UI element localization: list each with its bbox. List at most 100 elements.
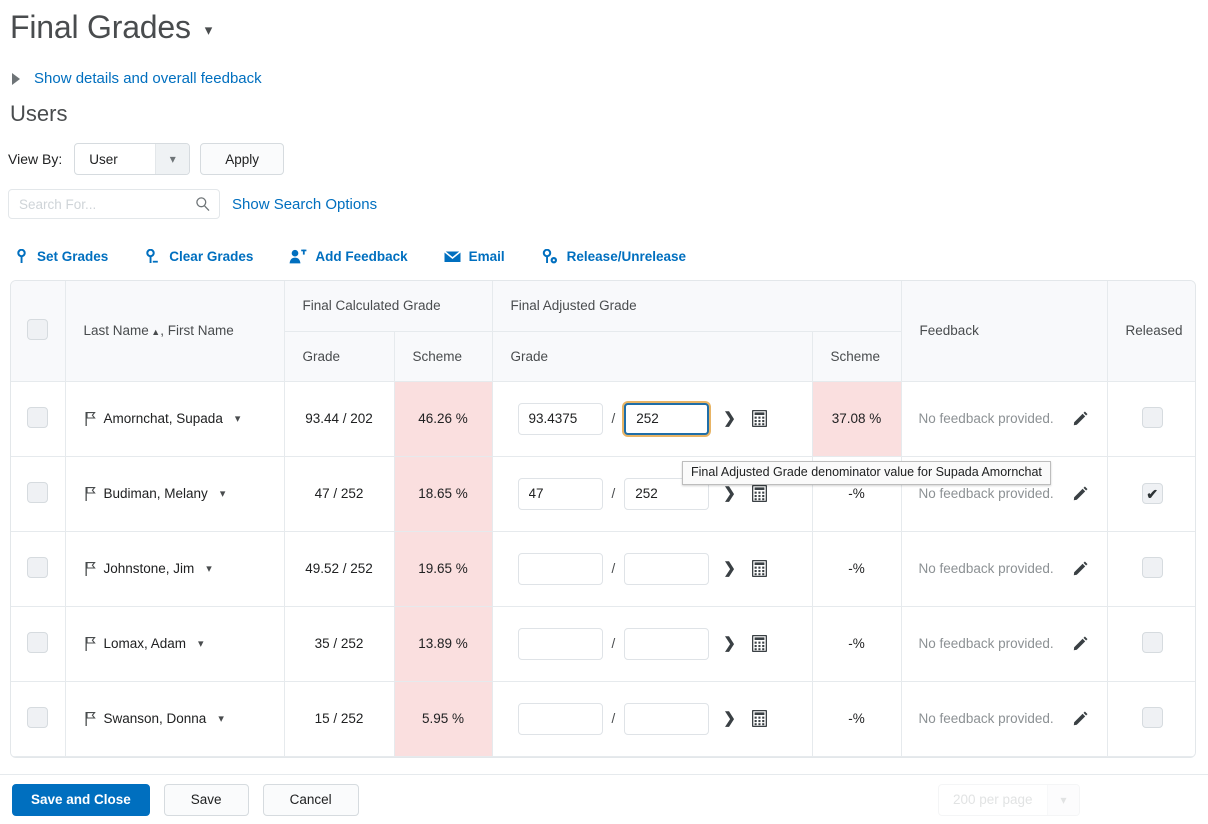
calc-scheme-subheader: Scheme bbox=[394, 331, 492, 381]
search-box[interactable] bbox=[8, 189, 220, 219]
adjusted-denominator-input[interactable] bbox=[624, 553, 709, 585]
calculated-scheme-cell: 13.89 % bbox=[394, 606, 492, 681]
row-menu-chevron-down-icon[interactable]: ▾ bbox=[220, 487, 226, 500]
adjusted-denominator-input[interactable] bbox=[624, 703, 709, 735]
add-feedback-label: Add Feedback bbox=[315, 249, 407, 264]
adjusted-numerator-input[interactable] bbox=[518, 628, 603, 660]
select-all-header bbox=[11, 281, 65, 381]
calculator-icon[interactable] bbox=[752, 410, 767, 427]
per-page-select[interactable]: 200 per page ▾ bbox=[938, 784, 1080, 816]
row-select-cell bbox=[11, 381, 65, 456]
feedback-cell: No feedback provided. bbox=[901, 681, 1107, 756]
calculated-grade-cell: 93.44 / 202 bbox=[284, 381, 394, 456]
released-checkbox[interactable]: ✔ bbox=[1142, 483, 1163, 504]
slash-separator: / bbox=[612, 411, 616, 426]
show-details-link[interactable]: Show details and overall feedback bbox=[34, 70, 262, 87]
envelope-icon bbox=[444, 250, 461, 263]
view-by-select[interactable]: User ▾ bbox=[74, 143, 190, 175]
triangle-right-icon[interactable] bbox=[12, 72, 24, 86]
calc-grade-subheader: Grade bbox=[284, 331, 394, 381]
set-grades-button[interactable]: Set Grades bbox=[14, 249, 108, 264]
table-row: Swanson, Donna▾15 / 2525.95 %/❯-%No feed… bbox=[11, 681, 1196, 756]
pencil-icon[interactable] bbox=[1073, 711, 1088, 726]
pencil-icon[interactable] bbox=[1073, 486, 1088, 501]
save-button[interactable]: Save bbox=[164, 784, 249, 816]
adjusted-denominator-input[interactable] bbox=[624, 403, 709, 435]
adjusted-numerator-input[interactable] bbox=[518, 403, 603, 435]
row-select-cell bbox=[11, 531, 65, 606]
calculated-scheme-cell: 18.65 % bbox=[394, 456, 492, 531]
page-title-chevron-down-icon[interactable]: ▾ bbox=[205, 23, 213, 38]
feedback-cell: No feedback provided. bbox=[901, 531, 1107, 606]
feedback-text: No feedback provided. bbox=[919, 411, 1054, 426]
email-button[interactable]: Email bbox=[444, 249, 505, 264]
pencil-icon[interactable] bbox=[1073, 636, 1088, 651]
released-checkbox[interactable] bbox=[1142, 707, 1163, 728]
slash-separator: / bbox=[612, 561, 616, 576]
chevron-right-icon[interactable]: ❯ bbox=[723, 561, 736, 576]
row-select-checkbox[interactable] bbox=[27, 557, 48, 578]
calculated-grade-cell: 35 / 252 bbox=[284, 606, 394, 681]
show-details-row: Show details and overall feedback bbox=[0, 48, 1208, 87]
calculator-icon[interactable] bbox=[752, 485, 767, 502]
save-and-close-button[interactable]: Save and Close bbox=[12, 784, 150, 816]
release-unrelease-label: Release/Unrelease bbox=[567, 249, 686, 264]
student-name-label: Swanson, Donna bbox=[104, 711, 207, 726]
flag-icon[interactable] bbox=[85, 637, 96, 651]
cancel-button[interactable]: Cancel bbox=[263, 784, 359, 816]
adjusted-numerator-input[interactable] bbox=[518, 553, 603, 585]
slash-separator: / bbox=[612, 636, 616, 651]
clear-grades-label: Clear Grades bbox=[169, 249, 253, 264]
feedback-cell: No feedback provided. bbox=[901, 381, 1107, 456]
apply-button[interactable]: Apply bbox=[200, 143, 284, 175]
page-title: Final Grades bbox=[10, 6, 191, 48]
flag-icon[interactable] bbox=[85, 412, 96, 426]
calculator-icon[interactable] bbox=[752, 635, 767, 652]
calculator-icon[interactable] bbox=[752, 560, 767, 577]
pencil-icon[interactable] bbox=[1073, 411, 1088, 426]
student-name-cell: Budiman, Melany▾ bbox=[65, 456, 284, 531]
adjusted-grade-cell: /❯ bbox=[492, 531, 812, 606]
released-checkbox[interactable] bbox=[1142, 632, 1163, 653]
sort-ascending-icon[interactable]: ▲ bbox=[149, 327, 160, 337]
flag-icon[interactable] bbox=[85, 712, 96, 726]
row-select-checkbox[interactable] bbox=[27, 482, 48, 503]
flag-icon[interactable] bbox=[85, 487, 96, 501]
name-column-header[interactable]: Last Name ▲, First Name bbox=[65, 281, 284, 381]
final-adjusted-grade-label: Final Adjusted Grade bbox=[511, 298, 637, 313]
row-menu-chevron-down-icon[interactable]: ▾ bbox=[206, 562, 212, 575]
select-all-checkbox[interactable] bbox=[27, 319, 48, 340]
row-select-checkbox[interactable] bbox=[27, 407, 48, 428]
row-menu-chevron-down-icon[interactable]: ▾ bbox=[218, 712, 224, 725]
search-icon[interactable] bbox=[195, 196, 211, 212]
add-feedback-button[interactable]: Add Feedback bbox=[289, 249, 407, 264]
release-unrelease-button[interactable]: Release/Unrelease bbox=[541, 249, 686, 264]
name-header-label: Last Name bbox=[84, 323, 149, 338]
pencil-icon[interactable] bbox=[1073, 561, 1088, 576]
row-select-checkbox[interactable] bbox=[27, 707, 48, 728]
released-checkbox[interactable] bbox=[1142, 557, 1163, 578]
chevron-right-icon[interactable]: ❯ bbox=[723, 711, 736, 726]
adjusted-numerator-input[interactable] bbox=[518, 703, 603, 735]
chevron-right-icon[interactable]: ❯ bbox=[723, 411, 736, 426]
released-checkbox[interactable] bbox=[1142, 407, 1163, 428]
final-adjusted-grade-header: Final Adjusted Grade bbox=[492, 281, 901, 331]
student-name-label: Lomax, Adam bbox=[104, 636, 187, 651]
row-select-checkbox[interactable] bbox=[27, 632, 48, 653]
view-by-label: View By: bbox=[8, 151, 62, 167]
adjusted-denominator-input[interactable] bbox=[624, 628, 709, 660]
search-input[interactable] bbox=[9, 190, 219, 218]
calculator-icon[interactable] bbox=[752, 710, 767, 727]
set-grades-label: Set Grades bbox=[37, 249, 108, 264]
row-menu-chevron-down-icon[interactable]: ▾ bbox=[235, 412, 241, 425]
clear-grades-button[interactable]: Clear Grades bbox=[144, 249, 253, 264]
chevron-right-icon[interactable]: ❯ bbox=[723, 636, 736, 651]
row-select-cell bbox=[11, 606, 65, 681]
row-menu-chevron-down-icon[interactable]: ▾ bbox=[198, 637, 204, 650]
check-icon: ✔ bbox=[1146, 487, 1158, 501]
adjusted-numerator-input[interactable] bbox=[518, 478, 603, 510]
flag-icon[interactable] bbox=[85, 562, 96, 576]
chevron-right-icon[interactable]: ❯ bbox=[723, 486, 736, 501]
show-search-options-link[interactable]: Show Search Options bbox=[232, 196, 377, 213]
released-cell bbox=[1107, 381, 1196, 456]
